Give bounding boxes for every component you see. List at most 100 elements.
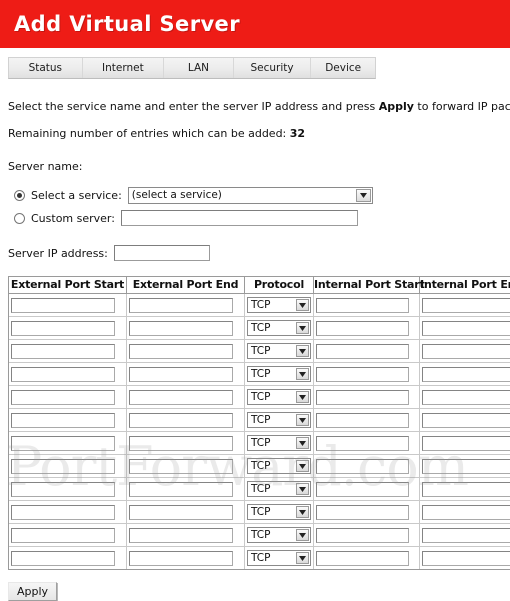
internal-port-end-input[interactable] bbox=[422, 298, 510, 313]
external-port-start-input[interactable] bbox=[11, 390, 115, 405]
external-port-start-input[interactable] bbox=[11, 436, 115, 451]
external-port-start-input[interactable] bbox=[11, 298, 115, 313]
page-title: Add Virtual Server bbox=[14, 12, 240, 36]
internal-port-end-input[interactable] bbox=[422, 551, 510, 566]
external-port-end-input[interactable] bbox=[129, 505, 233, 520]
external-port-start-input-cell bbox=[9, 340, 127, 363]
custom-server-radio[interactable] bbox=[14, 213, 25, 224]
external-port-start-input[interactable] bbox=[11, 344, 115, 359]
external-port-end-input[interactable] bbox=[129, 344, 233, 359]
chevron-down-icon[interactable] bbox=[296, 391, 309, 403]
external-port-end-input[interactable] bbox=[129, 436, 233, 451]
protocol-select[interactable]: TCP bbox=[247, 343, 311, 359]
chevron-down-icon[interactable] bbox=[296, 345, 309, 357]
internal-port-end-input[interactable] bbox=[422, 344, 510, 359]
service-select[interactable]: (select a service) bbox=[128, 187, 373, 204]
internal-port-end-input[interactable] bbox=[422, 321, 510, 336]
chevron-down-icon[interactable] bbox=[296, 299, 309, 311]
external-port-end-input-cell bbox=[127, 409, 245, 432]
internal-port-start-input[interactable] bbox=[316, 413, 409, 428]
protocol-select[interactable]: TCP bbox=[247, 389, 311, 405]
internal-port-end-input[interactable] bbox=[422, 390, 510, 405]
tab-device[interactable]: Device bbox=[311, 58, 375, 78]
protocol-select[interactable]: TCP bbox=[247, 297, 311, 313]
tab-status[interactable]: Status bbox=[9, 58, 83, 78]
internal-port-end-input[interactable] bbox=[422, 413, 510, 428]
external-port-end-input[interactable] bbox=[129, 459, 233, 474]
chevron-down-icon[interactable] bbox=[296, 506, 309, 518]
external-port-start-input[interactable] bbox=[11, 482, 115, 497]
protocol-select[interactable]: TCP bbox=[247, 527, 311, 543]
internal-port-end-input[interactable] bbox=[422, 482, 510, 497]
chevron-down-icon[interactable] bbox=[296, 460, 309, 472]
external-port-end-input[interactable] bbox=[129, 321, 233, 336]
external-port-start-input[interactable] bbox=[11, 551, 115, 566]
protocol-select[interactable]: TCP bbox=[247, 504, 311, 520]
protocol-select[interactable]: TCP bbox=[247, 435, 311, 451]
internal-port-start-input[interactable] bbox=[316, 436, 409, 451]
internal-port-end-input[interactable] bbox=[422, 505, 510, 520]
custom-server-input[interactable] bbox=[121, 210, 358, 226]
apply-button[interactable]: Apply bbox=[8, 582, 57, 601]
protocol-cell: TCP bbox=[245, 432, 314, 455]
internal-port-start-input[interactable] bbox=[316, 344, 409, 359]
internal-port-start-input[interactable] bbox=[316, 390, 409, 405]
external-port-start-input[interactable] bbox=[11, 413, 115, 428]
external-port-start-input[interactable] bbox=[11, 321, 115, 336]
external-port-end-input[interactable] bbox=[129, 413, 233, 428]
external-port-end-input[interactable] bbox=[129, 390, 233, 405]
internal-port-end-input[interactable] bbox=[422, 436, 510, 451]
external-port-end-input[interactable] bbox=[129, 482, 233, 497]
protocol-select[interactable]: TCP bbox=[247, 412, 311, 428]
tab-security[interactable]: Security bbox=[234, 58, 312, 78]
chevron-down-icon[interactable] bbox=[296, 552, 309, 564]
external-port-start-input[interactable] bbox=[11, 459, 115, 474]
internal-port-start-input[interactable] bbox=[316, 367, 409, 382]
chevron-down-icon[interactable] bbox=[296, 437, 309, 449]
server-ip-label: Server IP address: bbox=[8, 247, 108, 260]
internal-port-start-input[interactable] bbox=[316, 321, 409, 336]
internal-port-start-input[interactable] bbox=[316, 551, 409, 566]
select-service-radio[interactable] bbox=[14, 190, 25, 201]
protocol-select[interactable]: TCP bbox=[247, 550, 311, 566]
external-port-end-input[interactable] bbox=[129, 367, 233, 382]
internal-port-start-input[interactable] bbox=[316, 505, 409, 520]
internal-port-end-input-cell bbox=[420, 524, 510, 547]
header-protocol: Protocol bbox=[245, 277, 314, 294]
external-port-start-input[interactable] bbox=[11, 505, 115, 520]
internal-port-end-input[interactable] bbox=[422, 459, 510, 474]
chevron-down-icon[interactable] bbox=[296, 529, 309, 541]
chevron-down-icon[interactable] bbox=[296, 322, 309, 334]
internal-port-start-input[interactable] bbox=[316, 482, 409, 497]
external-port-end-input[interactable] bbox=[129, 298, 233, 313]
internal-port-start-input[interactable] bbox=[316, 528, 409, 543]
internal-port-end-input[interactable] bbox=[422, 528, 510, 543]
protocol-select[interactable]: TCP bbox=[247, 481, 311, 497]
internal-port-end-input-cell bbox=[420, 432, 510, 455]
tab-lan[interactable]: LAN bbox=[164, 58, 234, 78]
internal-port-end-input-cell bbox=[420, 455, 510, 478]
main-content: Select the service name and enter the se… bbox=[0, 100, 510, 601]
external-port-end-input[interactable] bbox=[129, 551, 233, 566]
header-external-port-start: External Port Start bbox=[9, 277, 127, 294]
tab-internet[interactable]: Internet bbox=[83, 58, 165, 78]
table-row: TCP bbox=[9, 409, 510, 432]
table-row: TCP bbox=[9, 547, 510, 570]
chevron-down-icon[interactable] bbox=[296, 483, 309, 495]
external-port-start-input[interactable] bbox=[11, 367, 115, 382]
internal-port-end-input[interactable] bbox=[422, 367, 510, 382]
table-row: TCP bbox=[9, 432, 510, 455]
protocol-select[interactable]: TCP bbox=[247, 320, 311, 336]
protocol-select[interactable]: TCP bbox=[247, 458, 311, 474]
external-port-end-input[interactable] bbox=[129, 528, 233, 543]
server-ip-input[interactable] bbox=[114, 245, 210, 261]
chevron-down-icon[interactable] bbox=[296, 414, 309, 426]
external-port-end-input-cell bbox=[127, 547, 245, 570]
chevron-down-icon[interactable] bbox=[296, 368, 309, 380]
external-port-start-input[interactable] bbox=[11, 528, 115, 543]
protocol-select[interactable]: TCP bbox=[247, 366, 311, 382]
internal-port-start-input[interactable] bbox=[316, 459, 409, 474]
internal-port-start-input[interactable] bbox=[316, 298, 409, 313]
protocol-cell: TCP bbox=[245, 317, 314, 340]
chevron-down-icon[interactable] bbox=[356, 189, 371, 202]
